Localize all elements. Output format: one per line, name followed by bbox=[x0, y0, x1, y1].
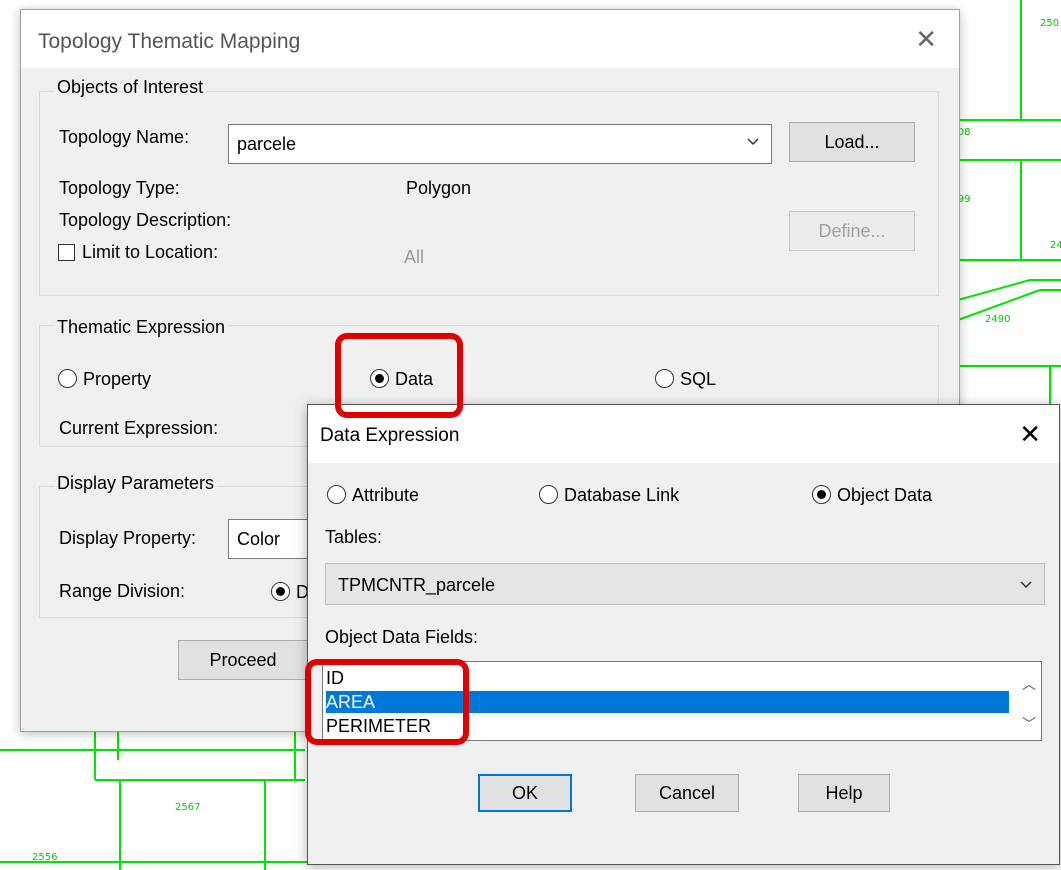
parcel-label: 2490 bbox=[985, 314, 1011, 325]
display-property-value: Color bbox=[237, 529, 281, 549]
dialog-title: Topology Thematic Mapping bbox=[38, 30, 301, 53]
parcel-label: 2556 bbox=[32, 852, 58, 863]
limit-to-location-checkbox[interactable] bbox=[58, 244, 75, 261]
property-radio[interactable] bbox=[58, 369, 77, 388]
topology-type-value: Polygon bbox=[406, 178, 472, 198]
tables-select[interactable]: TPMCNTR_parcele bbox=[325, 563, 1045, 605]
topology-type-label: Topology Type: bbox=[59, 178, 180, 198]
sql-radio-label: SQL bbox=[680, 369, 717, 389]
scroll-down-icon[interactable]: ﹀ bbox=[1022, 714, 1036, 734]
range-division-label: Range Division: bbox=[59, 581, 186, 601]
close-icon[interactable]: ✕ bbox=[1019, 419, 1041, 450]
chevron-down-icon bbox=[747, 138, 759, 146]
proceed-button[interactable]: Proceed bbox=[178, 640, 308, 680]
parcel-label: 24 bbox=[1050, 240, 1061, 251]
ok-button[interactable]: OK bbox=[478, 774, 572, 812]
object-data-fields-label: Object Data Fields: bbox=[325, 627, 479, 647]
group-label: Display Parameters bbox=[54, 473, 218, 494]
title-bar: Topology Thematic Mapping ✕ bbox=[21, 10, 959, 68]
scrollbar[interactable]: ︿ ﹀ bbox=[1017, 662, 1041, 740]
sql-radio[interactable] bbox=[655, 369, 674, 388]
close-icon[interactable]: ✕ bbox=[915, 24, 937, 55]
help-button[interactable]: Help bbox=[798, 774, 890, 812]
attribute-radio[interactable] bbox=[327, 485, 346, 504]
attribute-radio-label: Attribute bbox=[352, 485, 420, 505]
property-radio-label: Property bbox=[83, 369, 152, 389]
parcel-label: 2567 bbox=[175, 802, 201, 813]
object-data-radio[interactable] bbox=[812, 485, 831, 504]
display-property-select[interactable]: Color bbox=[228, 519, 318, 559]
cancel-button[interactable]: Cancel bbox=[635, 774, 739, 812]
data-radio-highlight bbox=[335, 333, 463, 418]
database-link-radio[interactable] bbox=[539, 485, 558, 504]
data-expression-dialog: Data Expression ✕ Attribute Database Lin… bbox=[307, 404, 1060, 865]
topology-name-select[interactable]: parcele bbox=[228, 124, 772, 164]
topology-description-label: Topology Description: bbox=[59, 210, 232, 230]
topology-name-value: parcele bbox=[237, 134, 297, 154]
database-link-radio-label: Database Link bbox=[564, 485, 680, 505]
limit-to-location-label: Limit to Location: bbox=[82, 242, 219, 262]
range-division-radio[interactable] bbox=[271, 582, 290, 601]
parcel-label: 250 bbox=[1040, 18, 1060, 29]
load-button[interactable]: Load... bbox=[789, 122, 915, 162]
group-label: Objects of Interest bbox=[54, 77, 207, 98]
object-data-radio-label: Object Data bbox=[837, 485, 933, 505]
define-button[interactable]: Define... bbox=[789, 211, 915, 251]
display-property-label: Display Property: bbox=[59, 528, 197, 548]
location-value: All bbox=[404, 247, 425, 267]
scroll-up-icon[interactable]: ︿ bbox=[1022, 674, 1036, 694]
tables-value: TPMCNTR_parcele bbox=[338, 575, 496, 595]
group-label: Thematic Expression bbox=[54, 317, 229, 338]
chevron-down-icon bbox=[1020, 581, 1032, 589]
tables-label: Tables: bbox=[325, 527, 383, 547]
topology-name-label: Topology Name: bbox=[59, 127, 190, 147]
current-expression-label: Current Expression: bbox=[59, 418, 219, 438]
fields-highlight bbox=[305, 659, 469, 745]
dialog-title: Data Expression bbox=[320, 425, 460, 446]
